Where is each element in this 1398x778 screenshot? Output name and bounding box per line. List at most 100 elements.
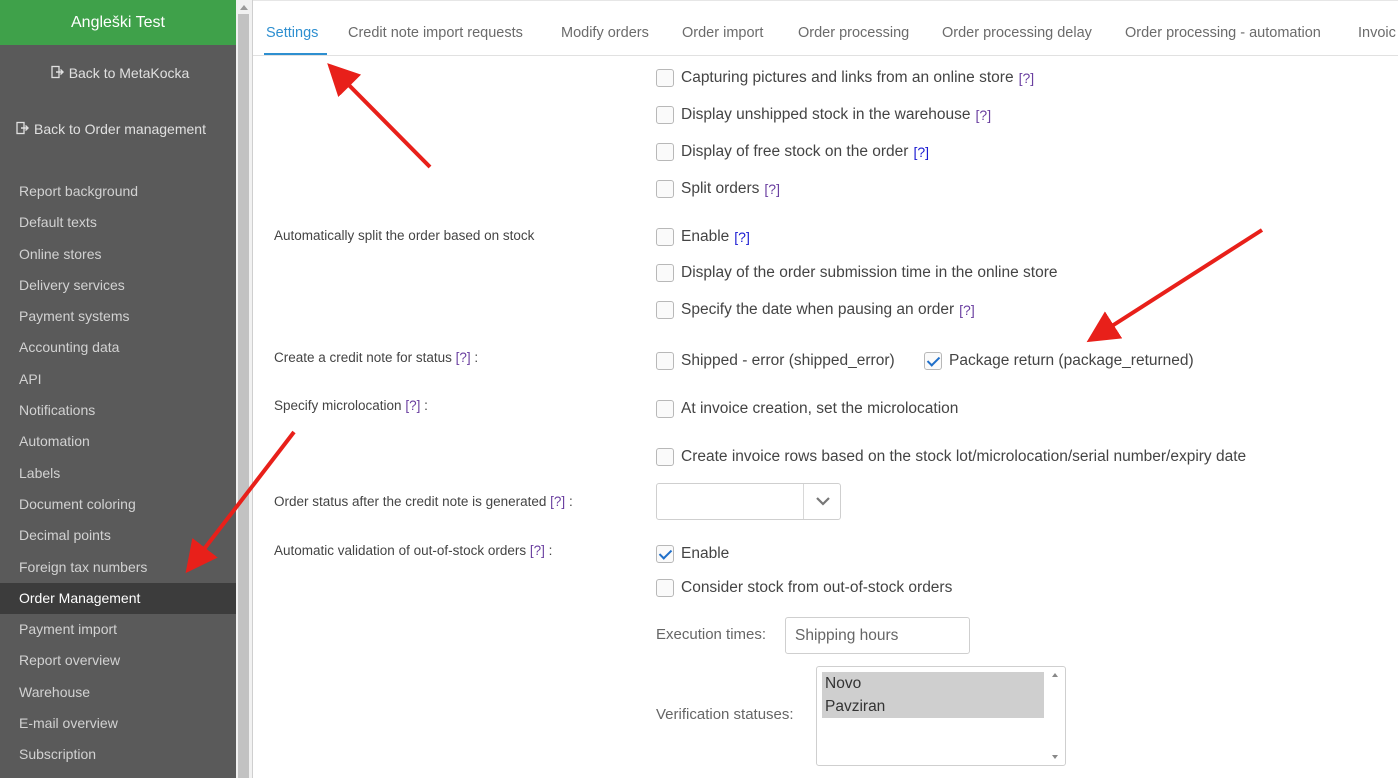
help-link[interactable]: [?] xyxy=(550,494,565,509)
back-to-metakocka-label: Back to MetaKocka xyxy=(68,65,190,81)
sidebar-item-document-coloring[interactable]: Document coloring xyxy=(0,489,236,520)
tab-order-processing[interactable]: Order processing xyxy=(798,25,909,41)
display-unshipped-label: Display unshipped stock in the warehouse xyxy=(681,106,971,123)
scroll-up-arrow-icon[interactable] xyxy=(1052,673,1058,677)
tab-invoice[interactable]: Invoic xyxy=(1358,25,1396,41)
option-package-returned[interactable]: Package return (package_returned) xyxy=(924,352,1194,370)
chevron-down-icon xyxy=(816,497,830,506)
display-submission-time-label: Display of the order submission time in … xyxy=(681,264,1058,281)
tab-order-processing-delay[interactable]: Order processing delay xyxy=(942,25,1092,41)
verification-status-option[interactable]: Novo xyxy=(822,672,1044,695)
tab-settings[interactable]: Settings xyxy=(266,25,318,41)
at-invoice-creation-label: At invoice creation, set the microlocati… xyxy=(681,400,959,417)
sidebar-item-accounting-data[interactable]: Accounting data xyxy=(0,332,236,363)
help-link[interactable]: [?] xyxy=(1019,70,1035,86)
sidebar-item-labels[interactable]: Labels xyxy=(0,458,236,489)
option-specify-pause-date[interactable]: Specify the date when pausing an order [… xyxy=(656,301,975,319)
sidebar-item-delivery-services[interactable]: Delivery services xyxy=(0,270,236,301)
consider-stock-checkbox[interactable] xyxy=(656,579,674,597)
auto-split-enable-checkbox[interactable] xyxy=(656,228,674,246)
help-link[interactable]: [?] xyxy=(913,144,929,160)
app-title: Angleški Test xyxy=(0,0,236,45)
option-invoice-rows[interactable]: Create invoice rows based on the stock l… xyxy=(656,448,1246,466)
option-at-invoice-creation[interactable]: At invoice creation, set the microlocati… xyxy=(656,400,958,418)
capturing-pictures-checkbox[interactable] xyxy=(656,69,674,87)
package-returned-label: Package return (package_returned) xyxy=(949,352,1194,369)
verification-statuses-listbox[interactable]: Novo Pavziran xyxy=(816,666,1066,766)
option-split-orders[interactable]: Split orders [?] xyxy=(656,180,780,198)
sidebar-item-subscription[interactable]: Subscription xyxy=(0,739,236,770)
sidebar-item-online-stores[interactable]: Online stores xyxy=(0,239,236,270)
invoice-rows-checkbox[interactable] xyxy=(656,448,674,466)
specify-pause-date-label: Specify the date when pausing an order xyxy=(681,301,955,318)
option-display-free-stock[interactable]: Display of free stock on the order [?] xyxy=(656,143,929,161)
sidebar-nav: Report background Default texts Online s… xyxy=(0,176,236,771)
help-link[interactable]: [?] xyxy=(734,229,750,245)
help-link[interactable]: [?] xyxy=(959,302,975,318)
sidebar-item-payment-systems[interactable]: Payment systems xyxy=(0,301,236,332)
display-submission-time-checkbox[interactable] xyxy=(656,264,674,282)
option-shipped-error[interactable]: Shipped - error (shipped_error) xyxy=(656,352,895,370)
sidebar-item-report-background[interactable]: Report background xyxy=(0,176,236,207)
invoice-rows-label: Create invoice rows based on the stock l… xyxy=(681,448,1247,465)
help-link[interactable]: [?] xyxy=(405,398,420,413)
package-returned-checkbox[interactable] xyxy=(924,352,942,370)
sidebar-item-report-overview[interactable]: Report overview xyxy=(0,645,236,676)
sidebar-item-warehouse[interactable]: Warehouse xyxy=(0,677,236,708)
execution-times-input[interactable]: Shipping hours xyxy=(785,617,970,654)
sidebar-item-email-overview[interactable]: E-mail overview xyxy=(0,708,236,739)
order-status-after-credit-label: Order status after the credit note is ge… xyxy=(274,494,573,509)
display-free-stock-checkbox[interactable] xyxy=(656,143,674,161)
help-link[interactable]: [?] xyxy=(976,107,992,123)
back-to-metakocka-link[interactable]: Back to MetaKocka xyxy=(0,65,236,81)
select-divider xyxy=(803,484,804,519)
display-free-stock-label: Display of free stock on the order xyxy=(681,143,909,160)
credit-note-status-label: Create a credit note for status [?] : xyxy=(274,350,479,365)
auto-validation-enable[interactable]: Enable xyxy=(656,545,729,563)
help-link[interactable]: [?] xyxy=(530,543,545,558)
split-orders-checkbox[interactable] xyxy=(656,180,674,198)
option-consider-stock[interactable]: Consider stock from out-of-stock orders xyxy=(656,579,952,597)
back-to-order-management-link[interactable]: Back to Order management xyxy=(0,121,236,137)
scroll-down-arrow-icon[interactable] xyxy=(1052,755,1058,759)
auto-split-label: Automatically split the order based on s… xyxy=(274,228,535,243)
split-orders-label: Split orders xyxy=(681,180,760,197)
sidebar-item-payment-import[interactable]: Payment import xyxy=(0,614,236,645)
display-unshipped-checkbox[interactable] xyxy=(656,106,674,124)
shipped-error-checkbox[interactable] xyxy=(656,352,674,370)
capturing-pictures-label: Capturing pictures and links from an onl… xyxy=(681,69,1014,86)
tab-order-import[interactable]: Order import xyxy=(682,25,763,41)
option-display-unshipped[interactable]: Display unshipped stock in the warehouse… xyxy=(656,106,991,124)
sidebar-item-foreign-tax-numbers[interactable]: Foreign tax numbers xyxy=(0,552,236,583)
help-link[interactable]: [?] xyxy=(456,350,471,365)
option-capturing-pictures[interactable]: Capturing pictures and links from an onl… xyxy=(656,69,1034,87)
verification-status-option[interactable]: Pavziran xyxy=(822,695,1044,718)
auto-split-enable[interactable]: Enable [?] xyxy=(656,228,750,246)
back-to-order-management-label: Back to Order management xyxy=(34,121,206,137)
sidebar-item-decimal-points[interactable]: Decimal points xyxy=(0,520,236,551)
consider-stock-label: Consider stock from out-of-stock orders xyxy=(681,579,953,596)
auto-split-enable-label: Enable xyxy=(681,228,730,245)
shipped-error-label: Shipped - error (shipped_error) xyxy=(681,352,895,369)
listbox-scrollbar[interactable] xyxy=(1048,668,1064,764)
sidebar-item-notifications[interactable]: Notifications xyxy=(0,395,236,426)
active-tab-indicator xyxy=(264,53,327,55)
sidebar-item-default-texts[interactable]: Default texts xyxy=(0,207,236,238)
tab-modify-orders[interactable]: Modify orders xyxy=(561,25,649,41)
sidebar-item-api[interactable]: API xyxy=(0,364,236,395)
tab-credit-note-import-requests[interactable]: Credit note import requests xyxy=(348,25,523,41)
help-link[interactable]: [?] xyxy=(764,181,780,197)
auto-validation-enable-checkbox[interactable] xyxy=(656,545,674,563)
sidebar-item-automation[interactable]: Automation xyxy=(0,426,236,457)
at-invoice-creation-checkbox[interactable] xyxy=(656,400,674,418)
sidebar-scrollbar-thumb[interactable] xyxy=(238,14,249,778)
order-status-select[interactable] xyxy=(656,483,841,520)
tab-order-processing-automation[interactable]: Order processing - automation xyxy=(1125,25,1321,41)
annotation-arrow xyxy=(1086,228,1264,343)
verification-statuses-label: Verification statuses: xyxy=(656,706,794,723)
option-display-submission-time[interactable]: Display of the order submission time in … xyxy=(656,264,1058,282)
scroll-up-arrow-icon[interactable] xyxy=(240,5,248,10)
sign-out-icon xyxy=(16,121,29,135)
specify-pause-date-checkbox[interactable] xyxy=(656,301,674,319)
sidebar-item-order-management[interactable]: Order Management xyxy=(0,582,236,615)
